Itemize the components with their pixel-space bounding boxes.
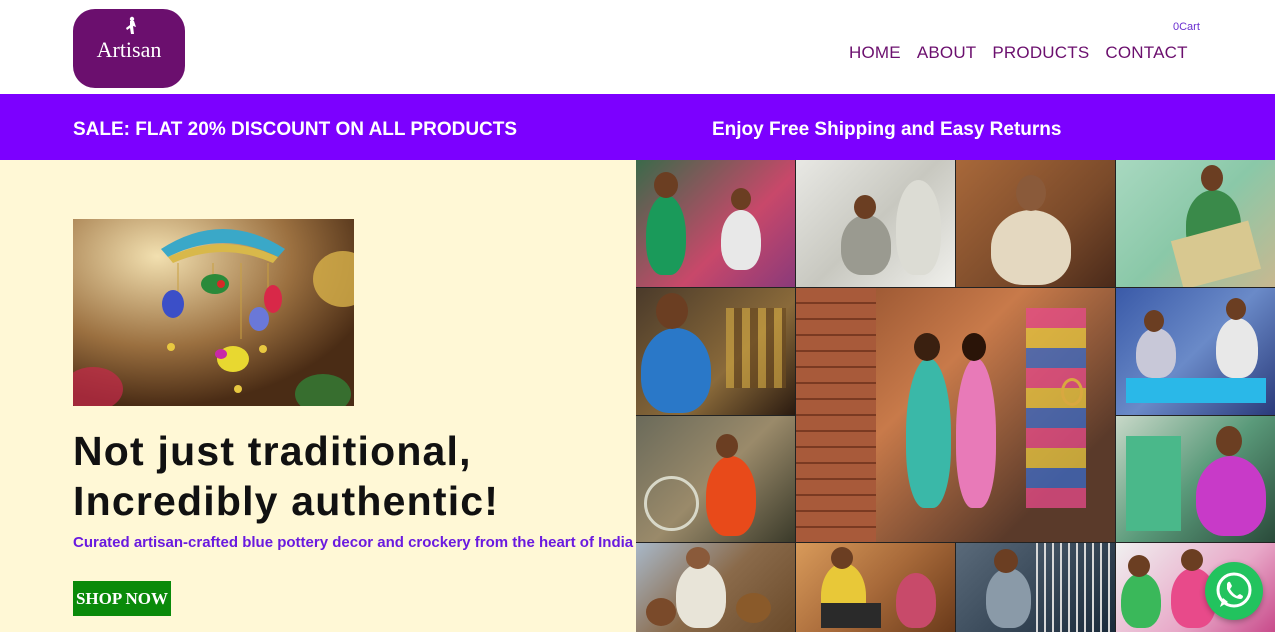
- hero-headline: Not just traditional, Incredibly authent…: [73, 426, 633, 526]
- hero-section: Not just traditional, Incredibly authent…: [0, 160, 636, 632]
- artisan-photo-collage: [636, 160, 1275, 632]
- nav-contact[interactable]: CONTACT: [1105, 43, 1187, 63]
- collage-photo-sculptor: [796, 160, 955, 287]
- collage-photo-leatherwork: [956, 160, 1115, 287]
- whatsapp-icon: [1216, 572, 1252, 608]
- hanging-birds-illustration: [73, 219, 354, 406]
- collage-photo-metalwork: [636, 288, 795, 415]
- nav-about[interactable]: ABOUT: [917, 43, 977, 63]
- cart-link[interactable]: 0Cart: [1173, 21, 1200, 33]
- site-header: Artisan 0Cart HOME ABOUT PRODUCTS CONTAC…: [0, 0, 1275, 94]
- collage-photo-machinist: [1116, 416, 1275, 542]
- collage-photo-embroidery: [636, 160, 795, 287]
- collage-photo-market-shopping: [796, 288, 1115, 542]
- main-nav: HOME ABOUT PRODUCTS CONTACT: [849, 43, 1188, 63]
- whatsapp-button[interactable]: [1205, 562, 1263, 620]
- shop-now-button[interactable]: SHOP NOW: [73, 581, 171, 616]
- hero-subline: Curated artisan-crafted blue pottery dec…: [73, 534, 634, 551]
- logo-text: Artisan: [96, 37, 162, 62]
- artisan-figure-icon: [126, 16, 136, 34]
- hero-headline-line1: Not just traditional,: [73, 428, 472, 474]
- logo[interactable]: Artisan: [73, 9, 185, 88]
- collage-photo-loom: [956, 543, 1115, 632]
- nav-home[interactable]: HOME: [849, 43, 901, 63]
- collage-photo-weaving: [1116, 160, 1275, 287]
- hero-product-image: [73, 219, 354, 406]
- hero-headline-line2: Incredibly authentic!: [73, 478, 500, 524]
- nav-products[interactable]: PRODUCTS: [992, 43, 1089, 63]
- collage-photo-sewing: [796, 543, 955, 632]
- shipping-banner-text: Enjoy Free Shipping and Easy Returns: [712, 119, 1062, 140]
- collage-photo-classroom-craft: [1116, 288, 1275, 415]
- sale-banner-text: SALE: FLAT 20% DISCOUNT ON ALL PRODUCTS: [73, 119, 518, 140]
- collage-photo-potter: [636, 543, 795, 632]
- promo-bar: SALE: FLAT 20% DISCOUNT ON ALL PRODUCTS …: [0, 94, 1275, 160]
- collage-photo-spinning-wheel: [636, 416, 795, 542]
